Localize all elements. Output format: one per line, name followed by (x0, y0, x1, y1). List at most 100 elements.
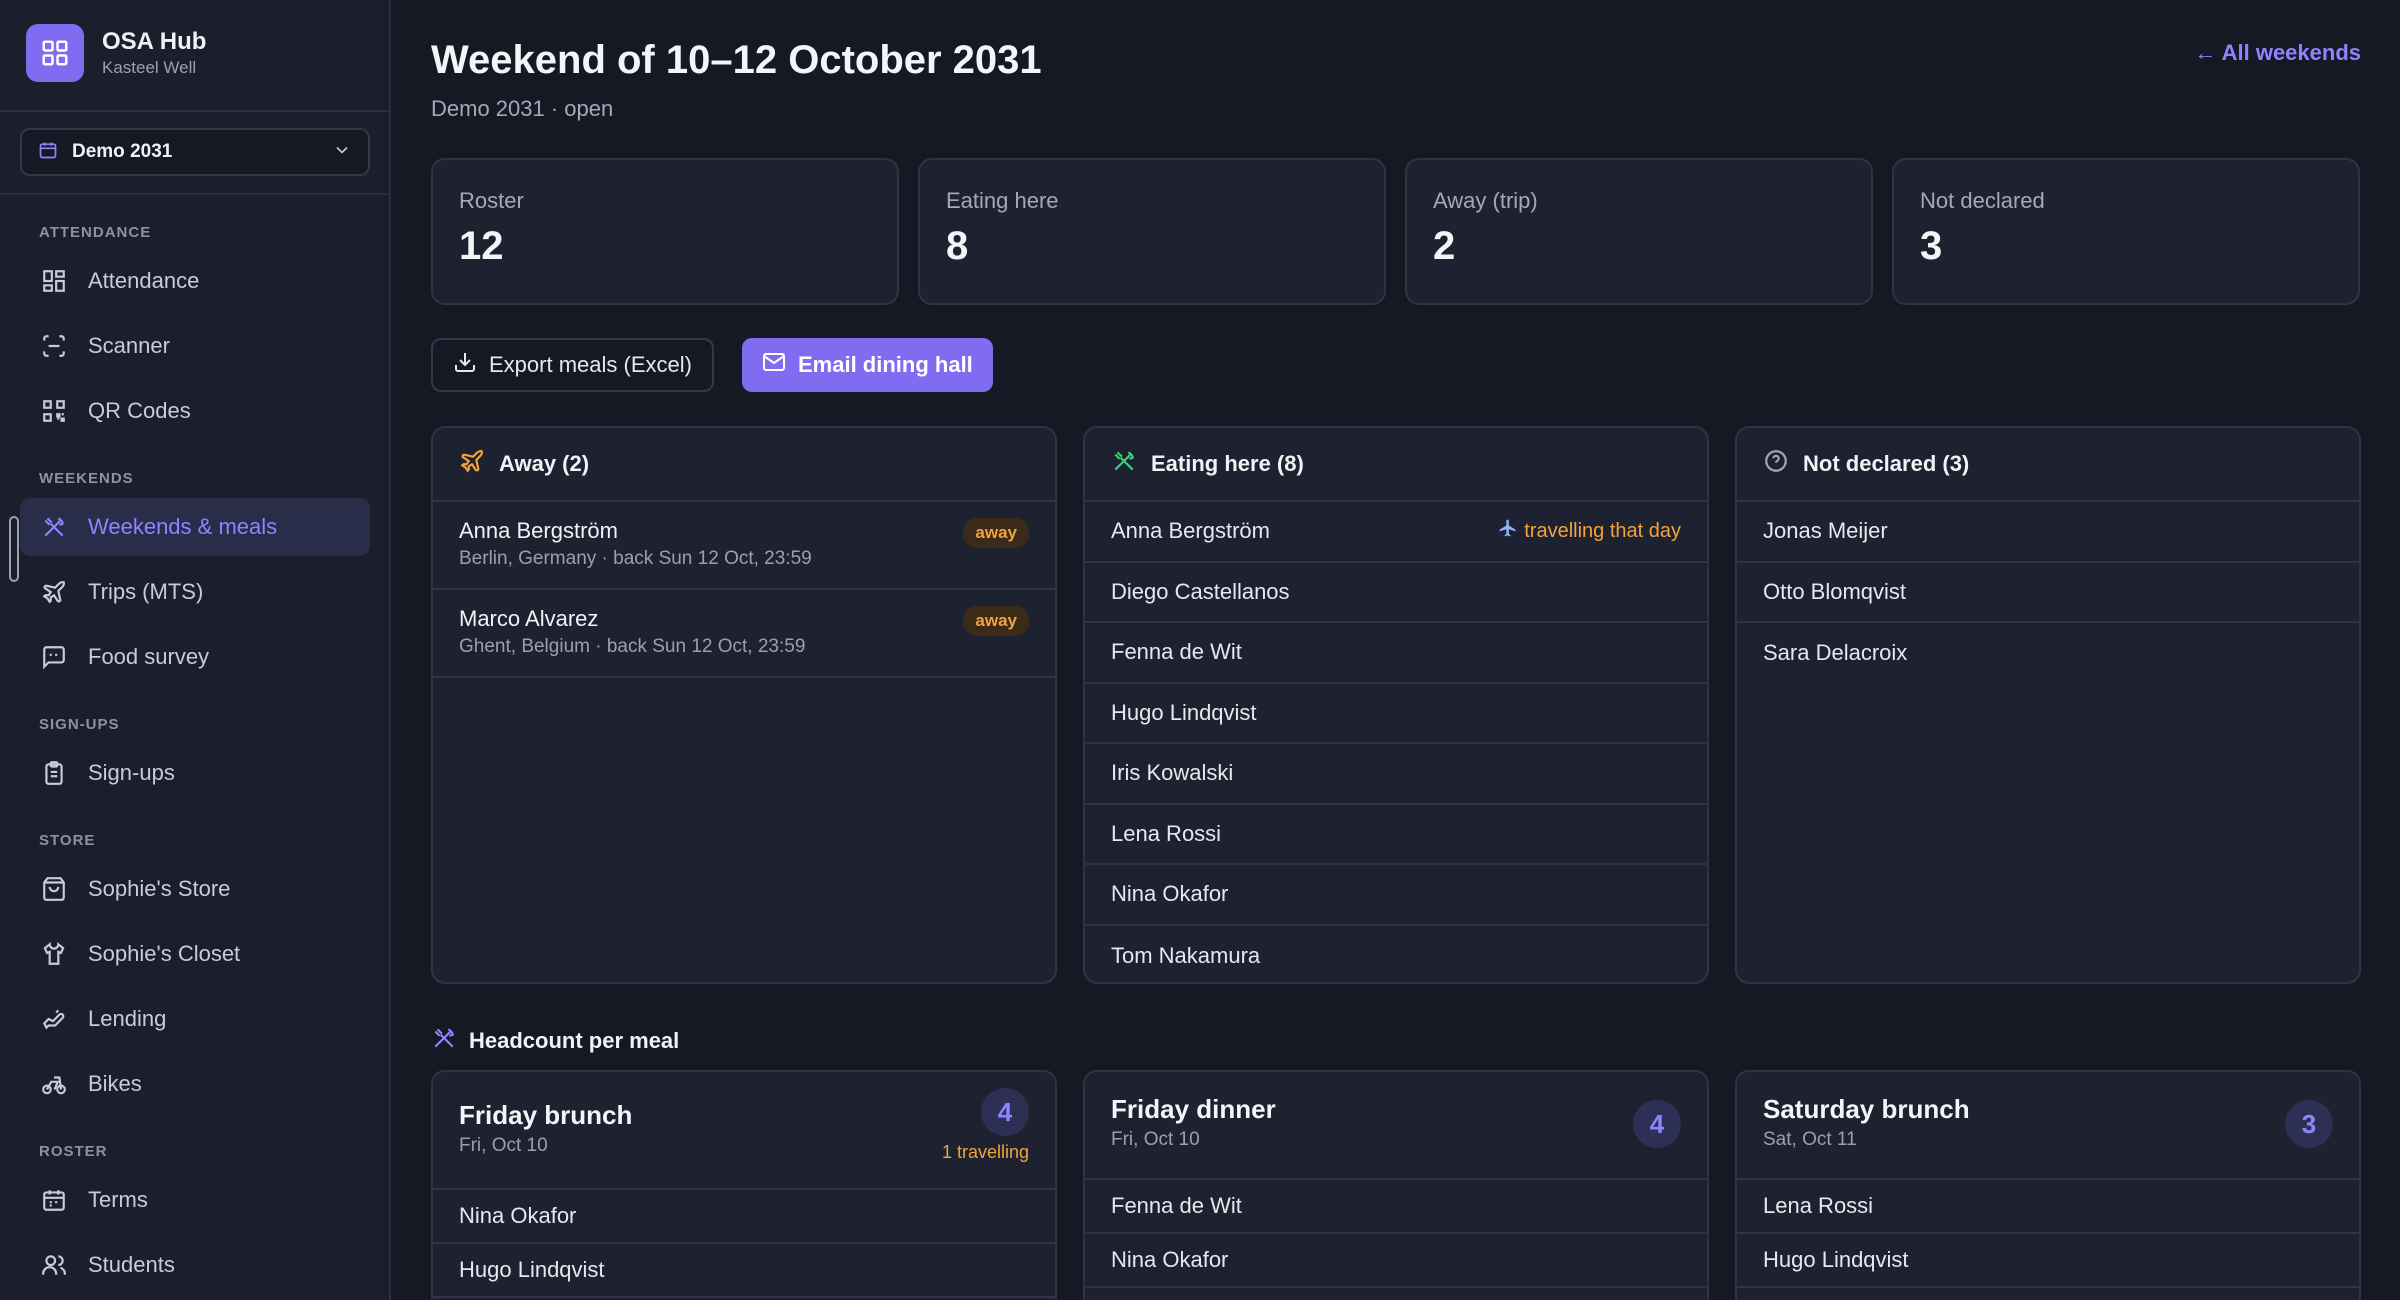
nav-item-attendance[interactable]: Attendance (20, 252, 370, 310)
list-item[interactable]: Fenna de Wit (1085, 623, 1707, 684)
student-name: Diego Castellanos (1111, 578, 1290, 604)
trip-detail: Ghent, Belgium · back Sun 12 Oct, 23:59 (459, 636, 806, 657)
stat-not-declared: Not declared 3 (1892, 158, 2360, 305)
plane-icon (459, 448, 485, 480)
stat-value: 2 (1433, 224, 1456, 268)
student-name: Lena Rossi (1111, 820, 1222, 846)
stat-label: Roster (459, 188, 524, 213)
shopping-bag-icon (40, 875, 68, 903)
student-name: Anna Bergström (1111, 518, 1270, 544)
hand-icon (40, 1005, 68, 1033)
message-square-icon (40, 643, 68, 671)
meal-date: Sat, Oct 11 (1763, 1129, 1857, 1150)
utensils-icon (1111, 448, 1137, 480)
brand[interactable]: OSA Hub Kasteel Well (26, 24, 206, 82)
list-item[interactable]: Anna Bergström travelling that day (1085, 502, 1707, 563)
email-dining-hall-label: Email dining hall (798, 352, 973, 377)
list-item[interactable]: Fenna de Wit (1085, 1180, 1707, 1234)
away-panel: Away (2) Anna Bergström Berlin, Germany … (431, 426, 1057, 984)
eating-panel-header: Eating here (8) (1085, 428, 1707, 502)
student-name: Hugo Lindqvist (1763, 1247, 1909, 1272)
nav-group-attendance: ATTENDANCE (39, 224, 152, 241)
away-badge: away (963, 518, 1029, 548)
meal-count-badge: 3 (2285, 1100, 2333, 1148)
nav-item-trips[interactable]: Trips (MTS) (20, 563, 370, 621)
meal-card-saturday-brunch: Saturday brunch Sat, Oct 11 3 Lena Rossi… (1735, 1070, 2361, 1300)
student-name: Hugo Lindqvist (459, 1257, 605, 1282)
undeclared-panel-title: Not declared (3) (1803, 451, 1970, 476)
nav-item-label: Attendance (88, 268, 200, 293)
nav-item-weekends-meals[interactable]: Weekends & meals (20, 498, 370, 556)
mail-icon (762, 350, 786, 380)
list-item[interactable]: Hugo Lindqvist (433, 1244, 1055, 1298)
list-item[interactable]: Anna Bergström Berlin, Germany · back Su… (433, 502, 1055, 590)
list-item[interactable]: Lena Rossi (1085, 805, 1707, 865)
export-meals-button[interactable]: Export meals (Excel) (431, 338, 714, 392)
trip-detail: Berlin, Germany · back Sun 12 Oct, 23:59 (459, 548, 812, 569)
nav-item-terms[interactable]: Terms (20, 1171, 370, 1229)
nav-item-students[interactable]: Students (20, 1236, 370, 1294)
meal-title: Friday dinner (1111, 1094, 1276, 1124)
list-item[interactable]: Lena Rossi (1737, 1180, 2359, 1234)
term-select[interactable]: Demo 2031 (20, 128, 370, 176)
student-name: Fenna de Wit (1111, 1193, 1242, 1218)
scan-icon (40, 332, 68, 360)
term-select-label: Demo 2031 (72, 141, 173, 162)
list-item[interactable]: Hugo Lindqvist (1085, 684, 1707, 744)
nav-group-sign-ups: SIGN-UPS (39, 716, 120, 733)
nav-item-sophies-closet[interactable]: Sophie's Closet (20, 925, 370, 983)
student-name: Anna Bergström (459, 518, 618, 543)
nav-item-bikes[interactable]: Bikes (20, 1055, 370, 1113)
list-item[interactable]: Jonas Meijer (1737, 502, 2359, 563)
list-item[interactable]: Hugo Lindqvist (1737, 1234, 2359, 1288)
away-badge: away (963, 606, 1029, 636)
nav-item-lending[interactable]: Lending (20, 990, 370, 1048)
headcount-section-title: Headcount per meal (431, 1025, 679, 1057)
sidebar-scrollbar[interactable] (9, 516, 19, 582)
nav-item-sign-ups[interactable]: Sign-ups (20, 744, 370, 802)
nav-group-store: STORE (39, 832, 96, 849)
student-name: Otto Blomqvist (1763, 578, 1907, 604)
clipboard-icon (40, 759, 68, 787)
list-item[interactable]: Sara Delacroix (1737, 623, 2359, 684)
student-name: Sara Delacroix (1763, 640, 1908, 666)
travelling-note: travelling that day (1498, 518, 1681, 544)
list-item[interactable]: Tom Nakamura (1085, 926, 1707, 983)
bike-icon (40, 1070, 68, 1098)
nav-item-label: Sophie's Closet (88, 941, 241, 966)
nav-item-label: Trips (MTS) (88, 579, 204, 604)
list-item[interactable]: Iris Kowalski (1085, 744, 1707, 805)
stat-roster: Roster 12 (431, 158, 899, 305)
nav-item-scanner[interactable]: Scanner (20, 317, 370, 375)
student-name: Jonas Meijer (1763, 518, 1888, 544)
list-item[interactable]: Nina Okafor (1085, 865, 1707, 926)
chevron-down-icon (332, 140, 352, 165)
student-name: Fenna de Wit (1111, 639, 1242, 665)
all-weekends-link[interactable]: ← All weekends (2194, 40, 2361, 66)
app-grid-icon (26, 24, 84, 82)
undeclared-panel-header: Not declared (3) (1737, 428, 2359, 502)
nav-item-label: Bikes (88, 1071, 142, 1096)
nav-item-sophies-store[interactable]: Sophie's Store (20, 860, 370, 918)
nav-item-label: Sophie's Store (88, 876, 231, 901)
eating-panel-title: Eating here (8) (1151, 451, 1304, 476)
list-item[interactable]: Otto Blomqvist (1737, 563, 2359, 623)
nav-item-label: Lending (88, 1006, 167, 1031)
student-name: Nina Okafor (1111, 1247, 1229, 1272)
list-item[interactable]: Marco Alvarez Ghent, Belgium · back Sun … (433, 590, 1055, 678)
list-item[interactable]: Diego Castellanos (1085, 563, 1707, 623)
away-panel-header: Away (2) (433, 428, 1055, 502)
stat-value: 3 (1920, 224, 1943, 268)
list-item[interactable]: Nina Okafor (1085, 1234, 1707, 1288)
stat-label: Away (trip) (1433, 188, 1538, 213)
nav-item-food-survey[interactable]: Food survey (20, 628, 370, 686)
email-dining-hall-button[interactable]: Email dining hall (742, 338, 993, 392)
users-icon (40, 1251, 68, 1279)
list-item[interactable]: Nina Okafor (433, 1190, 1055, 1244)
calendar-icon (38, 140, 58, 165)
calendar-icon (40, 1186, 68, 1214)
nav-group-weekends: WEEKENDS (39, 470, 134, 487)
student-name: Nina Okafor (459, 1203, 577, 1228)
nav-item-qr-codes[interactable]: QR Codes (20, 382, 370, 440)
export-meals-label: Export meals (Excel) (489, 352, 692, 377)
